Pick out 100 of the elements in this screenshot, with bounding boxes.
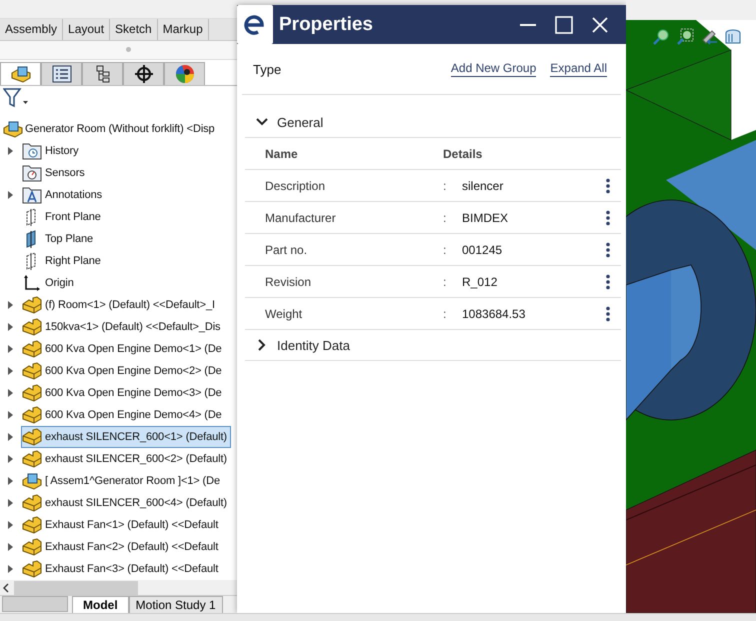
- manager-tab[interactable]: [0, 62, 41, 86]
- zoom-icon[interactable]: [652, 28, 670, 46]
- tree-item[interactable]: Exhaust Fan<1> (Default) <<Default: [21, 514, 222, 536]
- filter-icon[interactable]: [3, 88, 29, 108]
- window-title: Properties: [279, 14, 374, 36]
- column-header: Details: [443, 146, 484, 160]
- tree-item[interactable]: Front Plane: [21, 206, 105, 228]
- expand-arrow-icon[interactable]: [6, 147, 14, 156]
- tree-item[interactable]: Origin: [21, 272, 78, 294]
- tree-item[interactable]: exhaust SILENCER_600<1> (Default): [21, 426, 231, 448]
- separator-colon: :: [443, 306, 448, 320]
- scroll-left-icon[interactable]: [2, 582, 10, 593]
- column-header: Name: [265, 146, 299, 160]
- part-icon: [22, 384, 42, 402]
- expand-arrow-icon[interactable]: [6, 565, 14, 574]
- assembly-icon: [3, 120, 23, 138]
- assembly-icon: [22, 472, 42, 490]
- bottom-tab[interactable]: Model: [72, 596, 129, 613]
- part-icon: [10, 65, 30, 84]
- tree-item[interactable]: 600 Kva Open Engine Demo<1> (De: [21, 338, 226, 360]
- property-value: 1083684.53: [462, 306, 526, 320]
- group-title[interactable]: General: [277, 114, 324, 130]
- more-options-icon[interactable]: [605, 306, 611, 322]
- color-ball-icon: [174, 64, 194, 84]
- zoom-area-icon[interactable]: [676, 28, 694, 46]
- part-icon: [22, 450, 42, 468]
- part-icon: [22, 538, 42, 556]
- part-icon: [22, 516, 42, 534]
- crosshair-icon: [134, 64, 154, 84]
- part-icon: [22, 296, 42, 314]
- link[interactable]: Expand All: [550, 61, 607, 77]
- hierarchy-icon: [94, 65, 112, 84]
- more-options-icon[interactable]: [605, 178, 611, 194]
- expand-arrow-icon[interactable]: [6, 301, 14, 310]
- gauge-folder-icon: [22, 164, 42, 182]
- command-tab[interactable]: Markup: [158, 19, 209, 40]
- separator-colon: :: [443, 210, 448, 224]
- expand-arrow-icon[interactable]: [6, 499, 14, 508]
- tree-item[interactable]: Annotations: [21, 184, 106, 206]
- origin-axes-icon: [22, 274, 42, 292]
- close-icon[interactable]: [590, 14, 610, 34]
- previous-view-icon[interactable]: [700, 28, 718, 46]
- maximize-icon[interactable]: [554, 14, 574, 34]
- property-value: BIMDEX: [462, 210, 510, 224]
- tree-item[interactable]: Exhaust Fan<3> (Default) <<Default: [21, 558, 222, 580]
- expand-arrow-icon[interactable]: [6, 543, 14, 552]
- part-icon: [22, 362, 42, 380]
- more-options-icon[interactable]: [605, 210, 611, 226]
- expand-arrow-icon[interactable]: [6, 367, 14, 376]
- part-icon: [22, 560, 42, 578]
- tree-item[interactable]: Generator Room (Without forklift) <Disp: [25, 123, 215, 136]
- link[interactable]: Add New Group: [450, 61, 536, 77]
- expand-arrow-icon[interactable]: [6, 433, 14, 442]
- section-view-icon[interactable]: [724, 28, 742, 46]
- expand-arrow-icon[interactable]: [6, 191, 14, 200]
- tree-item[interactable]: exhaust SILENCER_600<2> (Default): [21, 448, 231, 470]
- manager-tab[interactable]: [41, 62, 82, 86]
- tree-item[interactable]: Top Plane: [21, 228, 98, 250]
- annotation-folder-icon: [22, 186, 42, 204]
- scrollbar-thumb[interactable]: [14, 580, 138, 595]
- expand-arrow-icon[interactable]: [6, 455, 14, 464]
- part-icon: [22, 406, 42, 424]
- tree-item[interactable]: 600 Kva Open Engine Demo<4> (De: [21, 404, 226, 426]
- tree-item[interactable]: (f) Room<1> (Default) <<Default>_I: [21, 294, 219, 316]
- manager-tab[interactable]: [82, 62, 123, 86]
- splitter-grip[interactable]: [126, 47, 131, 52]
- tree-item[interactable]: exhaust SILENCER_600<4> (Default): [21, 492, 231, 514]
- list-icon: [52, 65, 72, 84]
- group-title[interactable]: Identity Data: [277, 338, 350, 352]
- property-value: 001245: [462, 242, 504, 256]
- property-name: Manufacturer: [265, 210, 337, 224]
- manager-tab[interactable]: [164, 62, 205, 86]
- property-name: Revision: [265, 274, 312, 288]
- bottom-tab[interactable]: Motion Study 1: [128, 596, 223, 613]
- expand-arrow-icon[interactable]: [6, 477, 14, 486]
- expand-arrow-icon[interactable]: [6, 411, 14, 420]
- tree-item[interactable]: Exhaust Fan<2> (Default) <<Default: [21, 536, 222, 558]
- expand-arrow-icon[interactable]: [6, 323, 14, 332]
- separator-colon: :: [443, 274, 448, 288]
- type-label: Type: [253, 62, 282, 76]
- property-name: Weight: [265, 306, 304, 320]
- expand-arrow-icon[interactable]: [6, 389, 14, 398]
- tree-item[interactable]: 600 Kva Open Engine Demo<3> (De: [21, 382, 226, 404]
- history-folder-icon: [22, 142, 42, 160]
- property-name: Part no.: [265, 242, 308, 256]
- more-options-icon[interactable]: [605, 274, 611, 290]
- tree-item[interactable]: 600 Kva Open Engine Demo<2> (De: [21, 360, 226, 382]
- expand-arrow-icon[interactable]: [6, 345, 14, 354]
- more-options-icon[interactable]: [605, 242, 611, 258]
- tree-item[interactable]: History: [21, 140, 83, 162]
- part-icon: [22, 340, 42, 358]
- property-name: Description: [265, 178, 326, 192]
- separator-colon: :: [443, 178, 448, 192]
- tree-item[interactable]: Sensors: [21, 162, 89, 184]
- tree-item[interactable]: Right Plane: [21, 250, 105, 272]
- part-icon: [22, 428, 42, 446]
- manager-tab[interactable]: [123, 62, 164, 86]
- expand-arrow-icon[interactable]: [6, 521, 14, 530]
- tree-item[interactable]: 150kva<1> (Default) <<Default>_Dis: [21, 316, 224, 338]
- tree-item[interactable]: [ Assem1^Generator Room ]<1> (De: [21, 470, 224, 492]
